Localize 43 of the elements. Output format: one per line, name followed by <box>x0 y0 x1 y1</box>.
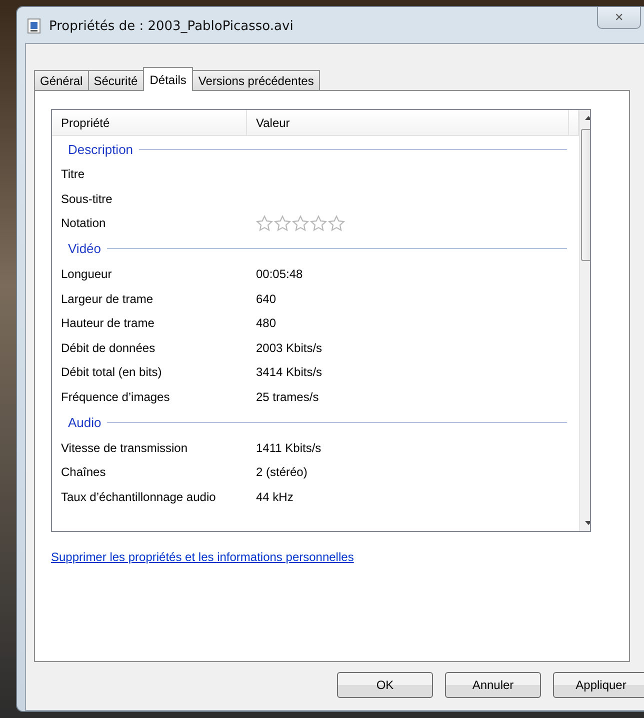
column-header[interactable]: Propriété <box>52 110 247 135</box>
dialog-button[interactable]: Annuler <box>445 672 541 698</box>
star-icon <box>328 214 345 232</box>
property-name: Vitesse de transmission <box>61 440 189 455</box>
property-value: 44 kHz <box>256 490 294 504</box>
property-value: 00:05:48 <box>256 267 303 282</box>
remove-properties-link[interactable]: Supprimer les propriétés et les informations personnelles <box>51 550 354 564</box>
star-icon <box>256 214 273 232</box>
file-icon <box>27 18 41 34</box>
property-name: Sous-titre <box>61 192 114 206</box>
window-title: Propriétés de : 2003_PabloPicasso.avi <box>49 18 294 34</box>
tab[interactable]: Sécurité <box>88 70 144 90</box>
tab[interactable]: Général <box>34 70 89 90</box>
property-name: Titre <box>61 167 86 182</box>
property-name: Notation <box>61 216 107 230</box>
star-icon <box>310 214 327 232</box>
property-name: Longueur <box>61 267 113 282</box>
property-name: Taux d’échantillonnage audio <box>61 490 217 504</box>
close-button[interactable]: ✕ <box>597 7 641 29</box>
group-header: Vidéo <box>68 241 102 256</box>
tab[interactable]: Détails <box>142 67 194 91</box>
property-name: Fréquence d’images <box>61 390 171 404</box>
property-value: 1411 Kbits/s <box>256 440 322 455</box>
dialog-button[interactable]: OK <box>337 672 433 698</box>
star-icon <box>292 214 309 232</box>
property-name: Largeur de trame <box>61 292 154 306</box>
property-name: Chaînes <box>61 465 107 480</box>
property-value: 2003 Kbits/s <box>256 340 322 355</box>
star-icon <box>274 214 291 232</box>
property-name: Débit de données <box>61 340 156 355</box>
group-header: Audio <box>68 414 102 430</box>
property-value: 2 (stéréo) <box>256 465 308 480</box>
group-header: Description <box>68 142 134 156</box>
dialog-button[interactable]: Appliquer <box>553 672 644 698</box>
tab[interactable]: Versions précédentes <box>192 70 320 90</box>
property-name: Hauteur de trame <box>61 316 156 330</box>
star-rating[interactable] <box>256 214 345 232</box>
property-value: 480 <box>256 316 276 330</box>
property-value: 25 trames/s <box>256 390 319 404</box>
property-name: Débit total (en bits) <box>61 365 163 380</box>
property-value: 640 <box>256 292 276 306</box>
property-value: 3414 Kbits/s <box>256 365 322 380</box>
column-header[interactable]: Valeur <box>247 110 569 135</box>
